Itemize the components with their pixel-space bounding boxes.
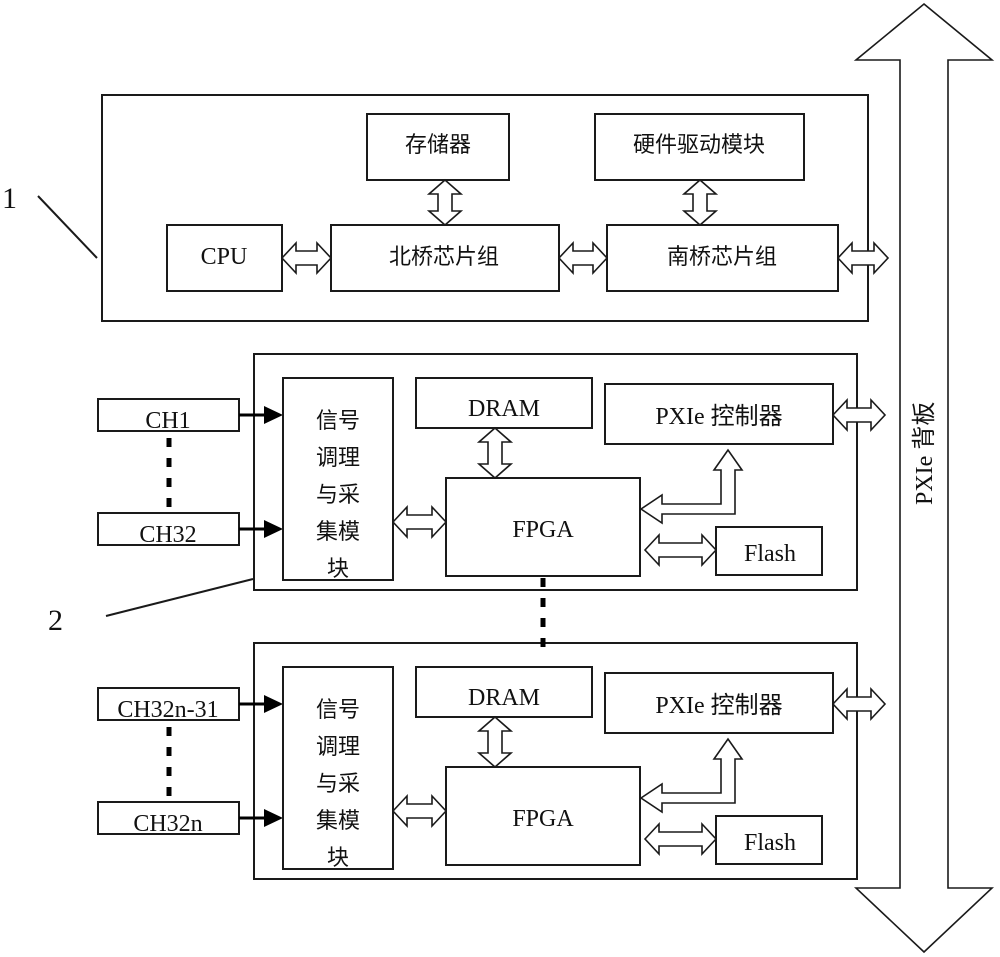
driver-southbridge-arrow [681,178,719,227]
signal-fpga-arrow [391,793,448,829]
flash-label: Flash [744,830,796,856]
southbridge-label: 南桥芯片组 [667,245,777,270]
pxie-controller-label: PXIe 控制器 [655,692,782,719]
callout-2: 2 [48,604,63,637]
signal-module-label-line: 与采 [316,772,360,797]
fpga-label: FPGA [512,517,574,543]
channel-first-label: CH32n-31 [117,697,218,723]
storage-northbridge-arrow [426,178,464,227]
acquisition-card: CH1 CH32 信号调理与采集模块 DRAM FPGA PXIe 控制器 Flash [97,353,887,591]
channel-input-arrowhead [264,809,283,827]
storage-label: 存储器 [405,133,471,158]
channel-input-arrowhead [264,406,283,424]
block-diagram: PXIe 背板 1 存储器 硬件驱动模块 CPU 北桥芯片组 南桥芯片组 2 C… [2,2,995,954]
signal-module-label-line: 块 [327,557,349,582]
channel-first-label: CH1 [145,408,190,434]
pxie-controller-label: PXIe 控制器 [655,403,782,430]
cpu-label: CPU [201,244,248,270]
controller-backplane-arrow [831,397,887,433]
dram-fpga-arrow [476,715,514,769]
northbridge-label: 北桥芯片组 [389,245,499,270]
signal-module-label-line: 与采 [316,483,360,508]
channel-last-label: CH32 [139,522,196,548]
fpga-controller-arrow [639,737,744,814]
signal-fpga-arrow [391,504,448,540]
fpga-flash-arrow [643,821,718,857]
northbridge-southbridge-arrow [557,240,609,276]
dram-label: DRAM [468,396,540,422]
channel-last-label: CH32n [133,811,202,837]
backplane-label: PXIe 背板 [911,402,938,505]
signal-module-label-line: 块 [327,846,349,871]
dram-fpga-arrow [476,426,514,480]
signal-module-label-line: 信号 [316,698,360,723]
signal-module-label-line: 集模 [316,520,360,545]
signal-module-label-line: 调理 [316,735,360,760]
callout-1: 1 [2,182,17,215]
flash-label: Flash [744,541,796,567]
channel-input-arrowhead [264,695,283,713]
southbridge-backplane-arrow [836,240,890,276]
signal-module-label-line: 信号 [316,409,360,434]
driver-module-label: 硬件驱动模块 [633,133,765,158]
fpga-flash-arrow [643,532,718,568]
callout-2-leader [105,578,254,617]
channel-input-arrowhead [264,520,283,538]
controller-backplane-arrow [831,686,887,722]
dram-label: DRAM [468,685,540,711]
signal-module-label-line: 集模 [316,809,360,834]
acquisition-card: CH32n-31 CH32n 信号调理与采集模块 DRAM FPGA PXIe 控制器 Fl… [97,642,887,880]
callout-1-leader [37,195,98,259]
cpu-northbridge-arrow [280,240,333,276]
fpga-controller-arrow [639,448,744,525]
signal-module-label-line: 调理 [316,446,360,471]
fpga-label: FPGA [512,806,574,832]
